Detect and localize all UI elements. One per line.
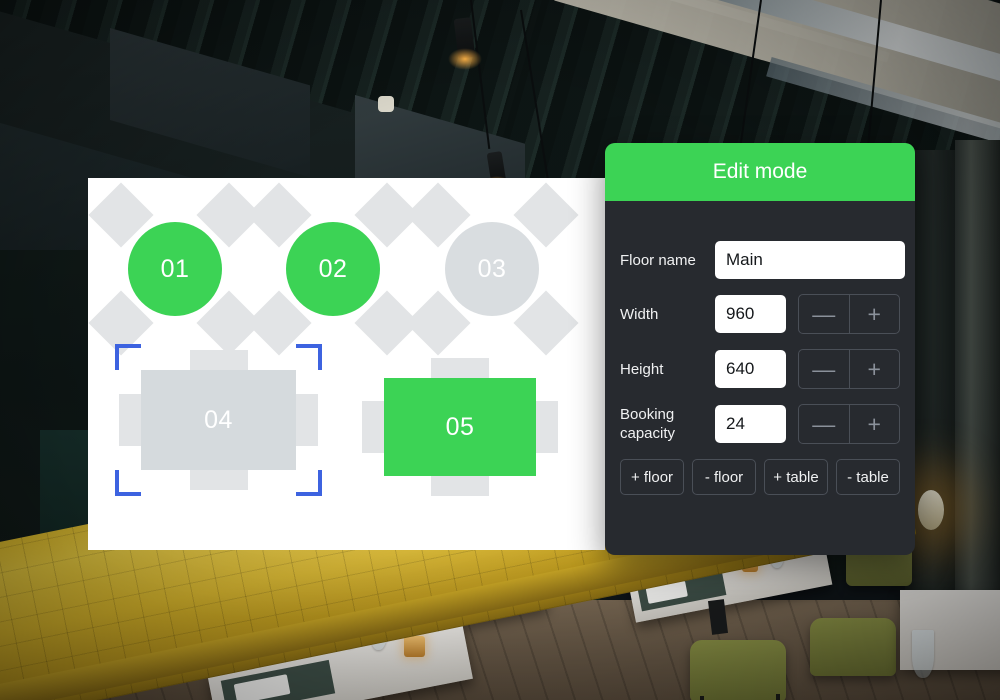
edit-panel: Edit mode Floor name Width — + Height — … xyxy=(605,143,915,555)
height-input[interactable] xyxy=(715,350,786,388)
height-decrement-button[interactable]: — xyxy=(799,350,849,388)
width-increment-button[interactable]: + xyxy=(848,295,900,333)
selection-handle-br[interactable] xyxy=(296,470,322,496)
width-label: Width xyxy=(620,305,659,323)
table-top[interactable]: 03 xyxy=(445,222,539,316)
table-top[interactable]: 01 xyxy=(128,222,222,316)
field-row-booking-capacity: Booking capacity — + xyxy=(620,404,900,444)
booking-capacity-increment-button[interactable]: + xyxy=(848,405,900,443)
table-02[interactable]: 02 xyxy=(246,182,420,356)
width-decrement-button[interactable]: — xyxy=(799,295,849,333)
table-05[interactable]: 05 xyxy=(362,358,558,496)
table-01[interactable]: 01 xyxy=(88,182,262,356)
booking-capacity-stepper: — + xyxy=(798,404,900,444)
table-03[interactable]: 03 xyxy=(405,182,579,356)
height-label: Height xyxy=(620,360,664,378)
floor-name-label: Floor name xyxy=(620,251,696,269)
remove-floor-button[interactable]: - floor xyxy=(692,459,756,495)
width-input[interactable] xyxy=(715,295,786,333)
floor-name-input[interactable] xyxy=(715,241,905,279)
add-table-button[interactable]: + table xyxy=(764,459,828,495)
selection-handle-bl[interactable] xyxy=(115,470,141,496)
selection-brackets xyxy=(115,344,322,496)
booking-capacity-label: Booking capacity xyxy=(620,406,676,442)
selection-handle-tr[interactable] xyxy=(296,344,322,370)
table-top[interactable]: 05 xyxy=(384,378,536,476)
panel-header: Edit mode xyxy=(605,143,915,201)
table-top[interactable]: 02 xyxy=(286,222,380,316)
field-row-width: Width — + xyxy=(620,294,900,334)
add-floor-button[interactable]: + floor xyxy=(620,459,684,495)
booking-capacity-input[interactable] xyxy=(715,405,786,443)
booking-capacity-decrement-button[interactable]: — xyxy=(799,405,849,443)
width-stepper: — + xyxy=(798,294,900,334)
height-increment-button[interactable]: + xyxy=(848,350,900,388)
floor-plan-canvas[interactable]: 01 02 03 04 05 xyxy=(88,178,605,550)
table-04[interactable]: 04 xyxy=(115,344,322,496)
panel-body: Floor name Width — + Height — + Booking … xyxy=(605,201,915,495)
remove-table-button[interactable]: - table xyxy=(836,459,900,495)
panel-actions: + floor - floor + table - table xyxy=(620,459,900,495)
height-stepper: — + xyxy=(798,349,900,389)
selection-handle-tl[interactable] xyxy=(115,344,141,370)
field-row-height: Height — + xyxy=(620,349,900,389)
field-row-floor-name: Floor name xyxy=(620,241,905,279)
panel-title: Edit mode xyxy=(712,160,808,183)
